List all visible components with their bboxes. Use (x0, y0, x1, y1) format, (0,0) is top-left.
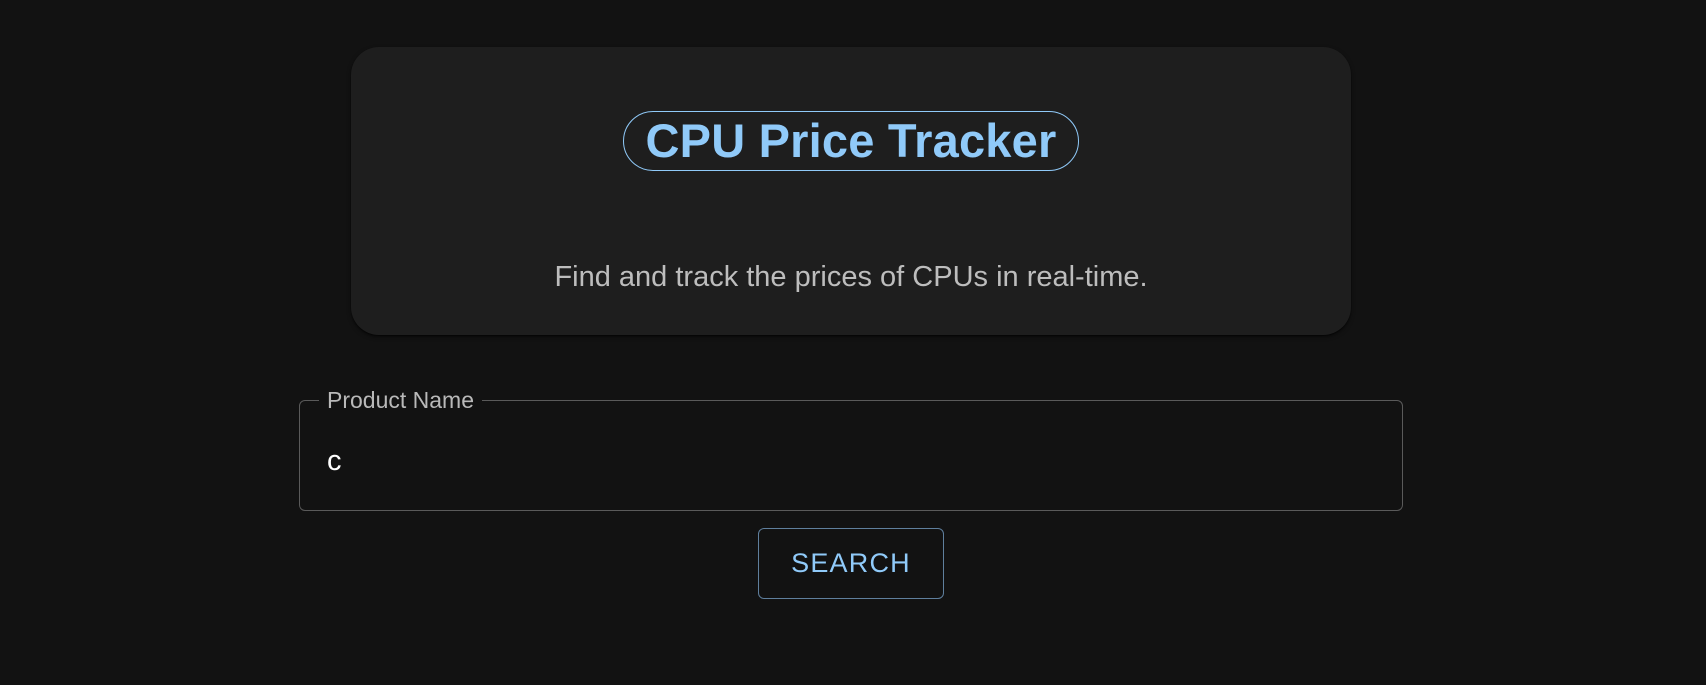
page-subtitle: Find and track the prices of CPUs in rea… (554, 261, 1148, 293)
page-title: CPU Price Tracker (622, 111, 1080, 171)
title-wrapper: CPU Price Tracker (351, 111, 1351, 171)
hero-card: CPU Price Tracker Find and track the pri… (351, 47, 1351, 335)
search-button[interactable]: SEARCH (758, 528, 944, 599)
product-name-input[interactable] (327, 431, 1367, 491)
page: CPU Price Tracker Find and track the pri… (0, 0, 1706, 685)
product-name-label: Product Name (319, 387, 483, 413)
product-name-field: Product Name (299, 387, 1403, 511)
